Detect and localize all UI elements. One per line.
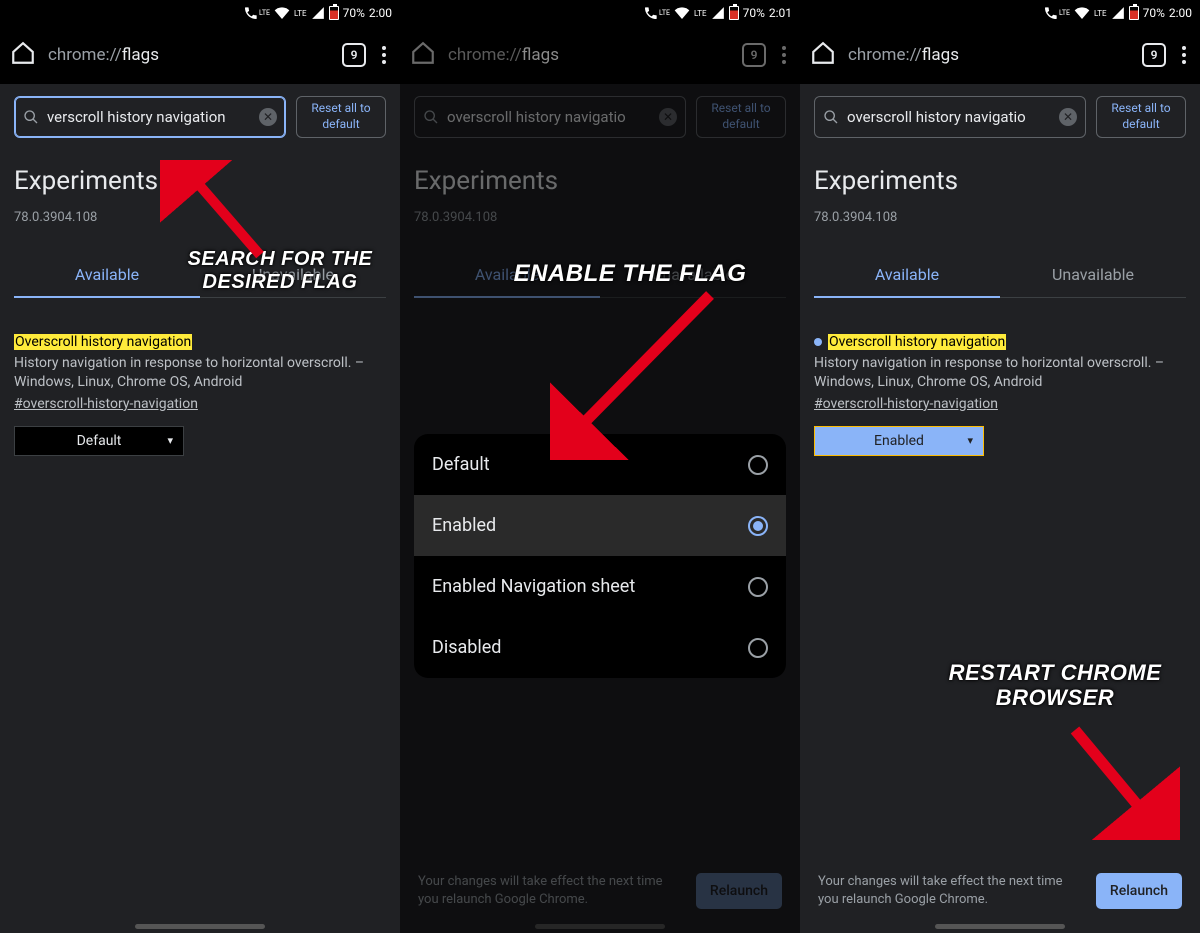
clear-search-icon[interactable]: ✕ [259,108,277,126]
reset-all-button[interactable]: Reset all to default [296,96,386,138]
flags-search-input[interactable]: overscroll history navigatio ✕ [814,96,1086,138]
browser-toolbar: chrome://flags 9 [800,26,1200,84]
arrow-to-search [160,160,280,270]
relaunch-button[interactable]: Relaunch [1096,873,1182,909]
flag-description: History navigation in response to horizo… [814,354,1186,392]
clock: 2:00 [369,6,392,20]
status-bar: LTE LTE 70% 2:00 [800,0,1200,26]
flag-entry: Overscroll history navigation History na… [814,334,1186,456]
flag-hash[interactable]: #overscroll-history-navigation [814,396,998,412]
battery-icon [329,6,339,20]
wifi-icon [674,5,690,21]
status-bar: LTE LTE 70% 2:01 [400,0,800,26]
flag-name: Overscroll history navigation [14,334,192,350]
volte-icon: LTE [643,5,670,21]
flag-dropdown[interactable]: Default [14,426,184,456]
overflow-menu-icon[interactable] [378,46,390,64]
address-bar[interactable]: chrome://flags [48,45,330,65]
volte-icon: LTE [243,5,270,21]
address-bar[interactable]: chrome://flags [848,45,1130,65]
screen-search: LTE LTE 70% 2:00 chrome://flags 9 verscr… [0,0,400,933]
flags-search-input[interactable]: verscroll history navigation ✕ [14,96,286,138]
changed-indicator-icon [814,338,822,346]
flag-name: Overscroll history navigation [828,334,1006,350]
relaunch-bar: Your changes will take effect the next t… [800,873,1200,909]
browser-toolbar: chrome://flags 9 [400,26,800,84]
search-icon [423,109,439,125]
clear-search-icon[interactable]: ✕ [659,108,677,126]
nav-pill[interactable] [935,924,1065,929]
nav-pill[interactable] [135,924,265,929]
lte-label: LTE [294,9,307,18]
flag-entry: Overscroll history navigation History na… [14,334,386,456]
page-title: Experiments [814,166,1186,196]
option-disabled[interactable]: Disabled [414,617,786,678]
reset-all-button[interactable]: Reset all to default [1096,96,1186,138]
flag-option-popup: Default Enabled Enabled Navigation sheet… [414,434,786,678]
arrow-to-relaunch [1060,720,1180,840]
address-bar[interactable]: chrome://flags [448,45,730,65]
home-icon[interactable] [410,40,436,70]
signal-icon [711,6,725,20]
tab-switcher[interactable]: 9 [342,43,366,67]
option-enabled-nav-sheet[interactable]: Enabled Navigation sheet [414,556,786,617]
browser-toolbar: chrome://flags 9 [0,26,400,84]
flag-description: History navigation in response to horizo… [14,354,386,392]
clear-search-icon[interactable]: ✕ [1059,108,1077,126]
option-enabled[interactable]: Enabled [414,495,786,556]
battery-percent: 70% [343,6,365,20]
battery-icon [729,6,739,20]
chrome-version: 78.0.3904.108 [814,210,1186,225]
caption-restart: RESTART CHROME BROWSER [930,660,1180,711]
search-icon [23,109,39,125]
flag-hash[interactable]: #overscroll-history-navigation [14,396,198,412]
tab-switcher[interactable]: 9 [1142,43,1166,67]
search-value: verscroll history navigation [47,108,251,126]
status-bar: LTE LTE 70% 2:00 [0,0,400,26]
arrow-to-enable [550,280,730,460]
signal-icon [311,6,325,20]
page-title: Experiments [414,166,786,196]
flags-search-input[interactable]: overscroll history navigatio ✕ [414,96,686,138]
volte-icon: LTE [1043,5,1070,21]
signal-icon [1111,6,1125,20]
tab-available[interactable]: Available [814,253,1000,298]
flag-dropdown[interactable]: Enabled [814,426,984,456]
relaunch-button[interactable]: Relaunch [696,873,782,909]
tab-switcher[interactable]: 9 [742,43,766,67]
reset-all-button[interactable]: Reset all to default [696,96,786,138]
screen-enable: LTE LTE 70% 2:01 chrome://flags 9 oversc… [400,0,800,933]
overflow-menu-icon[interactable] [778,46,790,64]
chrome-version: 78.0.3904.108 [414,210,786,225]
relaunch-bar: Your changes will take effect the next t… [400,873,800,909]
overflow-menu-icon[interactable] [1178,46,1190,64]
home-icon[interactable] [810,40,836,70]
battery-icon [1129,6,1139,20]
wifi-icon [1074,5,1090,21]
tab-unavailable[interactable]: Unavailable [1000,253,1186,298]
search-icon [823,109,839,125]
home-icon[interactable] [10,40,36,70]
wifi-icon [274,5,290,21]
